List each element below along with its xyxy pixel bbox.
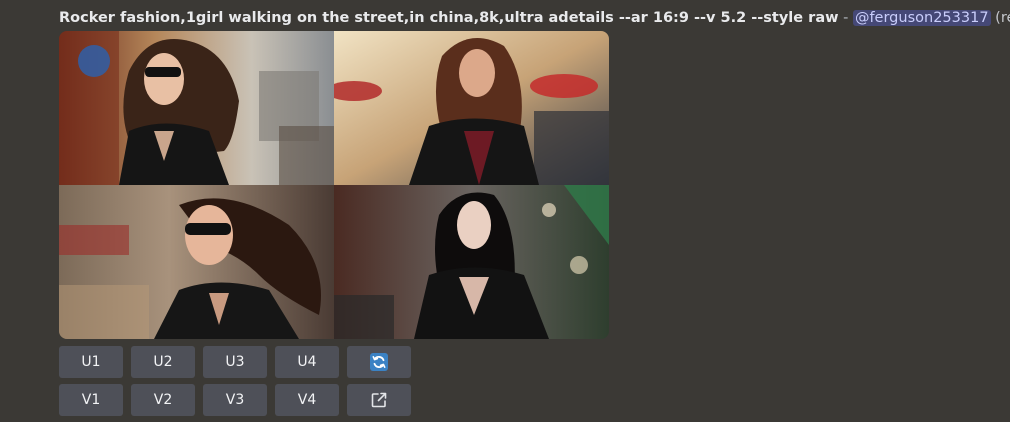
external-link-icon — [371, 392, 387, 408]
separator: - — [838, 10, 853, 26]
image-tile-3[interactable] — [59, 185, 334, 339]
user-mention[interactable]: @ferguson253317 — [852, 10, 991, 26]
woman-black-hair-image — [334, 185, 609, 339]
v2-button[interactable]: V2 — [131, 384, 195, 416]
woman-red-top-image — [334, 31, 609, 185]
v3-button[interactable]: V3 — [203, 384, 267, 416]
message: Rocker fashion,1girl walking on the stre… — [0, 0, 1010, 422]
variation-button-row: V1 V2 V3 V4 — [59, 384, 411, 416]
upscale-button-row: U1 U2 U3 U4 — [59, 346, 411, 378]
woman-sunglasses-image — [59, 31, 334, 185]
u2-button[interactable]: U2 — [131, 346, 195, 378]
web-button[interactable] — [347, 384, 411, 416]
u4-button[interactable]: U4 — [275, 346, 339, 378]
v1-button[interactable]: V1 — [59, 384, 123, 416]
image-grid[interactable] — [59, 31, 609, 339]
prompt-text: Rocker fashion,1girl walking on the stre… — [59, 10, 839, 26]
woman-windblown-hair-image — [59, 185, 334, 339]
refresh-icon — [370, 353, 388, 371]
v4-button[interactable]: V4 — [275, 384, 339, 416]
reroll-button[interactable] — [347, 346, 411, 378]
image-tile-1[interactable] — [59, 31, 334, 185]
prompt-line: Rocker fashion,1girl walking on the stre… — [59, 8, 1010, 28]
image-tile-2[interactable] — [334, 31, 609, 185]
image-tile-4[interactable] — [334, 185, 609, 339]
u1-button[interactable]: U1 — [59, 346, 123, 378]
mode-label: (relaxed) — [995, 10, 1010, 26]
u3-button[interactable]: U3 — [203, 346, 267, 378]
